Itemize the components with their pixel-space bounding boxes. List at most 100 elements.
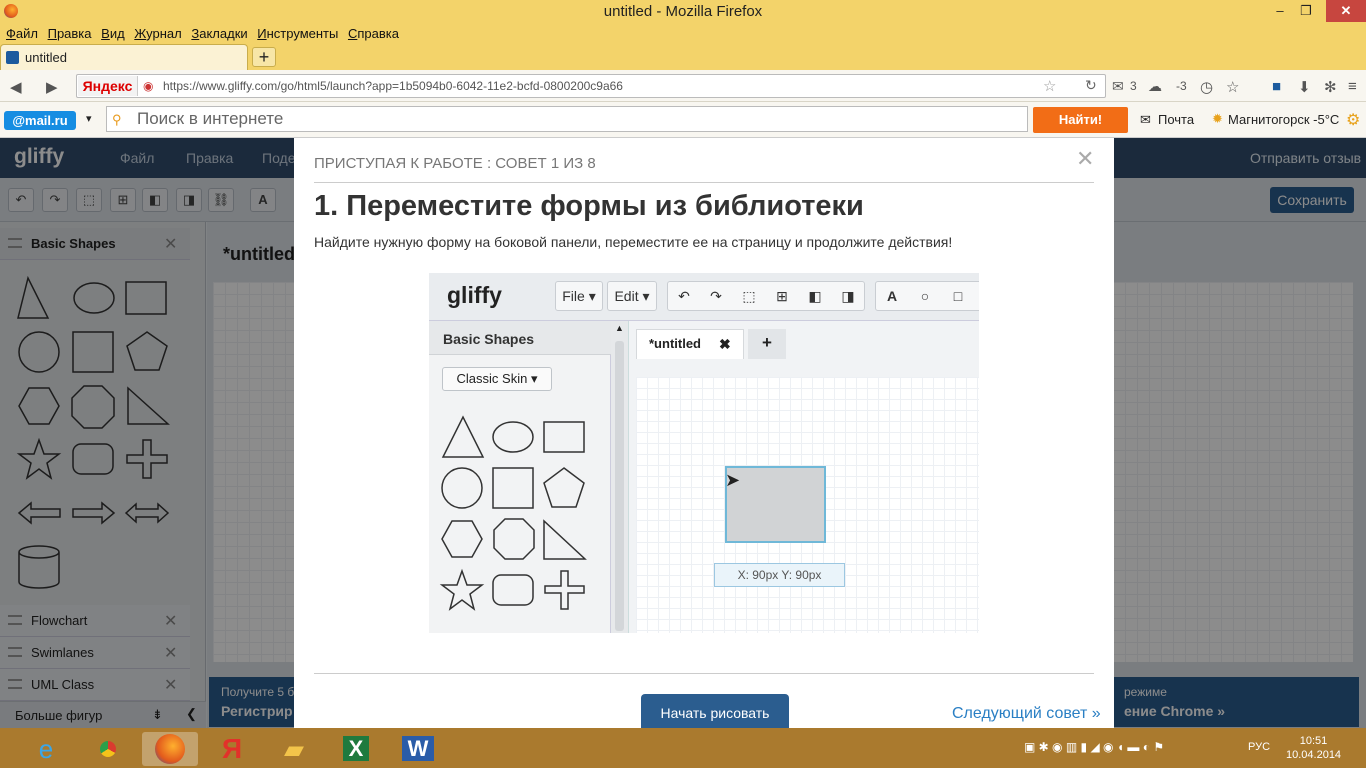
firefox-taskbar-icon[interactable] <box>142 732 198 766</box>
close-window-button[interactable]: ✕ <box>1326 0 1366 22</box>
preview-header: gliffy File ▾ Edit ▾ ↶ ↷ ⬚ ⊞ ◧ ◨ A ○ □ <box>429 273 979 321</box>
search-toolbar: @mail.ru ▾ Поиск в интернете ⚲ Найти! ✉ … <box>0 102 1366 138</box>
preview-undo-icon: ↶ <box>678 288 690 304</box>
mail-link[interactable]: Почта <box>1158 112 1194 127</box>
site-identity-icon[interactable]: ◉ <box>143 79 153 93</box>
close-dialog-icon[interactable]: ✕ <box>1076 146 1094 172</box>
preview-grid: ➤ X: 90px Y: 90px <box>636 377 979 633</box>
minimize-button[interactable]: ‒ <box>1268 0 1292 22</box>
preview-select-icon: ⬚ <box>742 288 756 304</box>
preview-rectangle <box>543 421 585 453</box>
preview-scroll-up-icon: ▲ <box>615 323 624 333</box>
mail-icon[interactable]: ✉ <box>1112 78 1124 95</box>
preview-dragged-rectangle <box>725 466 826 543</box>
yandex-label[interactable]: Яндекс <box>78 76 138 96</box>
preview-position-tooltip: X: 90px Y: 90px <box>714 563 845 587</box>
preview-cross <box>544 570 585 610</box>
cloud-icon[interactable]: ☁ <box>1148 78 1162 95</box>
navigation-bar: ◀ ▶ Яндекс ◉ https://www.gliffy.com/go/h… <box>0 70 1366 102</box>
clock-date: 10.04.2014 <box>1286 749 1342 761</box>
chrome-icon[interactable] <box>80 732 136 766</box>
preview-ellipse-icon: ○ <box>920 288 930 304</box>
tab-strip: untitled + <box>0 44 1366 70</box>
gliffy-favicon-icon <box>6 51 19 64</box>
preview-group-icon: ⊞ <box>776 288 788 304</box>
sun-icon: ✹ <box>1212 111 1223 126</box>
back-icon[interactable]: ◀ <box>10 78 22 96</box>
preview-pentagon <box>543 467 585 508</box>
find-button[interactable]: Найти! <box>1033 107 1128 133</box>
file-explorer-icon[interactable]: ▰ <box>266 732 322 766</box>
tab-title: untitled <box>25 50 67 65</box>
start-drawing-button[interactable]: Начать рисовать <box>641 694 789 732</box>
dialog-header: ПРИСТУПАЯ К РАБОТЕ : СОВЕТ 1 ИЗ 8 <box>314 155 596 172</box>
preview-skin-select: Classic Skin ▾ <box>442 367 552 391</box>
url-text[interactable]: https://www.gliffy.com/go/html5/launch?a… <box>163 79 623 93</box>
menu-icon[interactable]: ≡ <box>1348 78 1357 95</box>
search-engine-icon[interactable]: ⚲ <box>112 112 122 128</box>
excel-icon[interactable]: X <box>328 732 384 766</box>
preview-edit-menu: Edit ▾ <box>607 281 657 311</box>
windows-taskbar: e Я ▰ X W ▣ ✱ ◉ ▥ ▮ ◢ ◉ ◖ ▬ ◐ ⚑ РУС 10:5… <box>0 728 1366 768</box>
preview-tab: *untitled ✖ <box>636 329 744 359</box>
menu-history[interactable]: Журнал <box>134 24 181 43</box>
mail-count: 3 <box>1130 79 1137 93</box>
preview-right-triangle <box>543 519 587 560</box>
preview-shape-grid <box>439 415 587 611</box>
internet-explorer-icon[interactable]: e <box>18 732 74 766</box>
tray-icons[interactable]: ▣ ✱ ◉ ▥ ▮ ◢ ◉ ◖ ▬ ◐ ⚑ <box>1024 740 1164 754</box>
search-input[interactable]: Поиск в интернете <box>106 106 1028 132</box>
maximize-button[interactable]: ❐ <box>1294 0 1318 22</box>
forward-icon[interactable]: ▶ <box>46 78 58 96</box>
settings-icon[interactable]: ✻ <box>1324 78 1337 96</box>
url-bar[interactable]: Яндекс ◉ https://www.gliffy.com/go/html5… <box>76 74 1106 98</box>
bookmark-star-icon[interactable]: ☆ <box>1043 77 1056 95</box>
tab-untitled[interactable]: untitled <box>0 44 248 70</box>
preview-file-label: File <box>562 288 585 304</box>
preview-rounded-rect <box>492 574 534 606</box>
preview-edit-label: Edit <box>614 288 639 304</box>
clock[interactable]: 10:51 10.04.2014 <box>1286 734 1341 762</box>
preview-tab-close-icon: ✖ <box>719 336 731 352</box>
menu-bookmarks[interactable]: Закладки <box>191 24 247 43</box>
preview-star <box>439 568 485 611</box>
history-icon[interactable]: ◷ <box>1200 78 1213 96</box>
menu-view[interactable]: Вид <box>101 24 125 43</box>
menu-edit[interactable]: Правка <box>48 24 92 43</box>
clock-time: 10:51 <box>1299 735 1328 747</box>
download-icon[interactable]: ⬇ <box>1298 78 1311 96</box>
divider <box>314 673 1094 674</box>
reload-icon[interactable]: ↻ <box>1085 77 1097 94</box>
window-titlebar: untitled - Mozilla Firefox ‒ ❐ ✕ <box>0 0 1366 24</box>
menu-help[interactable]: Справка <box>348 24 399 43</box>
bookmarks-star-icon[interactable]: ☆ <box>1226 78 1239 96</box>
menu-file[interactable]: Файл <box>6 24 38 43</box>
settings-gear-icon[interactable]: ⚙ <box>1346 110 1360 130</box>
preview-back-icon: ◨ <box>841 288 855 304</box>
menubar: Файл Правка Вид Журнал Закладки Инструме… <box>0 24 1366 44</box>
preview-new-tab-icon: + <box>748 329 786 359</box>
weather-temp: -3 <box>1176 79 1187 93</box>
dialog-description: Найдите нужную форму на боковой панели, … <box>314 234 953 250</box>
dialog-title: 1. Переместите формы из библиотеки <box>314 190 864 222</box>
preview-hexagon <box>441 520 483 558</box>
preview-rect-icon: □ <box>953 288 963 304</box>
language-indicator[interactable]: РУС <box>1248 741 1270 753</box>
yandex-browser-icon[interactable]: Я <box>204 732 260 766</box>
preview-skin-label: Classic Skin <box>456 371 528 386</box>
preview-triangle <box>441 415 485 458</box>
next-tip-link[interactable]: Следующий совет » <box>952 705 1101 723</box>
addon-icon[interactable]: ■ <box>1272 78 1281 95</box>
preview-basic-shapes-header: Basic Shapes <box>429 321 611 355</box>
mailru-dropdown-icon[interactable]: ▾ <box>86 112 92 125</box>
mailru-logo[interactable]: @mail.ru <box>4 111 76 130</box>
preview-scroll-thumb <box>615 341 624 631</box>
preview-redo-icon: ↷ <box>710 288 722 304</box>
menu-tools[interactable]: Инструменты <box>257 24 338 43</box>
preview-square <box>492 467 534 509</box>
preview-ellipse <box>492 421 534 453</box>
preview-cursor-icon: ➤ <box>725 470 741 490</box>
word-icon[interactable]: W <box>390 732 446 766</box>
new-tab-button[interactable]: + <box>252 47 276 67</box>
weather-link[interactable]: Магнитогорск -5°C <box>1228 112 1339 127</box>
